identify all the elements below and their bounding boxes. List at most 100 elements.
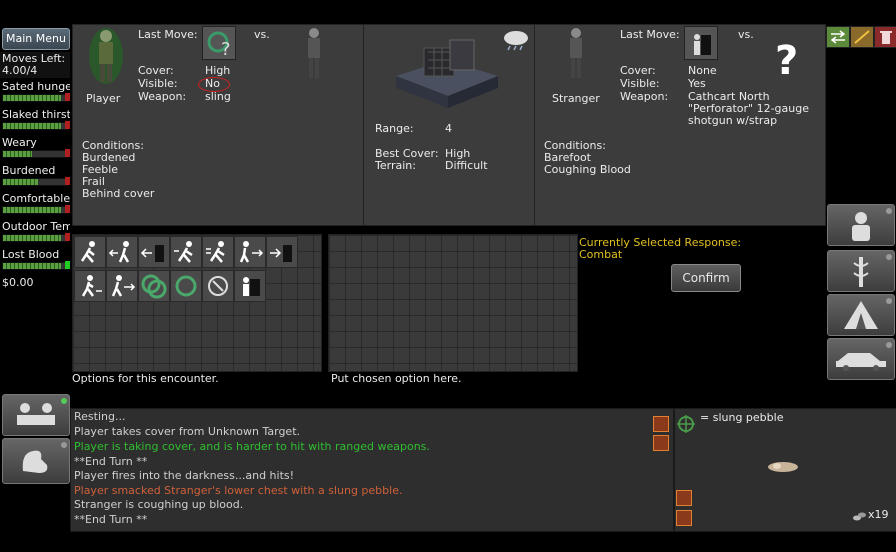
- stat-thirst: Slaked thirst: [0, 108, 70, 134]
- log-line: Player takes cover from Unknown Target.: [74, 425, 301, 438]
- terrain-tile-image: [396, 39, 498, 108]
- action-run-icon[interactable]: [74, 236, 106, 268]
- target-crosshair-icon: [677, 415, 695, 433]
- exchange-icon[interactable]: [826, 26, 850, 48]
- stranger-weapon-line: shotgun w/strap: [688, 114, 778, 127]
- stat-bar: [2, 261, 70, 270]
- log-filter-icon[interactable]: [653, 435, 669, 451]
- action-move-left-icon[interactable]: [106, 236, 138, 268]
- log-line: Resting...: [74, 410, 126, 423]
- stat-comfort: Comfortable: [0, 192, 70, 218]
- group-icon[interactable]: [2, 394, 70, 436]
- stranger-last-move-label: Last Move:: [620, 28, 680, 41]
- ammo-label: = slung pebble: [700, 411, 784, 424]
- stranger-cover-label: Cover:: [620, 64, 656, 77]
- stat-label: Weary: [2, 136, 37, 149]
- player-weapon-label: Weapon:: [138, 90, 187, 103]
- action-stand-behind-cover-icon[interactable]: [234, 270, 266, 302]
- trash-icon[interactable]: [874, 26, 896, 48]
- player-cover-value: High: [205, 64, 231, 77]
- stat-lost-blood: Lost Blood: [0, 248, 70, 274]
- main-menu-button[interactable]: Main Menu: [2, 28, 70, 50]
- slung-pebble-image: [768, 462, 798, 472]
- stranger-vs: vs.: [738, 28, 754, 41]
- stranger-name: Stranger: [552, 92, 600, 105]
- ammo-prev-icon[interactable]: [676, 490, 692, 506]
- player-target-portrait: [308, 28, 320, 78]
- pebbles-stack-icon: [853, 512, 866, 521]
- action-advance-icon[interactable]: [234, 236, 266, 268]
- player-name: Player: [86, 92, 121, 105]
- stat-label: Slaked thirst: [2, 108, 70, 121]
- stat-bar: [2, 121, 70, 130]
- medical-icon[interactable]: [827, 250, 895, 292]
- log-scroll-up-icon[interactable]: [653, 416, 669, 432]
- stat-bar: [2, 149, 70, 158]
- stranger-weapon-label: Weapon:: [620, 90, 669, 103]
- player-cover-label: Cover:: [138, 64, 174, 77]
- stranger-visible-label: Visible:: [620, 77, 660, 90]
- action-aim-icon[interactable]: [202, 270, 234, 302]
- log-line: **End Turn **: [74, 455, 148, 468]
- log-line: Player smacked Stranger's lower chest wi…: [74, 484, 403, 497]
- ammo-count: x19: [868, 508, 889, 521]
- strength-arm-icon[interactable]: [2, 438, 70, 484]
- stat-label: Comfortable: [2, 192, 70, 205]
- camp-tent-icon[interactable]: [827, 294, 895, 336]
- moves-left-value: 4.00/4: [2, 64, 38, 77]
- character-icon[interactable]: [827, 204, 895, 246]
- terrain-value: Difficult: [445, 159, 488, 172]
- action-flee-icon[interactable]: [106, 270, 138, 302]
- action-sling-icon[interactable]: [170, 270, 202, 302]
- stat-weary: Weary: [0, 136, 70, 162]
- options-caption: Options for this encounter.: [72, 372, 219, 385]
- weather-rain-icon: [504, 31, 528, 51]
- svg-text:?: ?: [221, 39, 231, 59]
- player-vs: vs.: [254, 28, 270, 41]
- action-take-cover-icon[interactable]: [138, 236, 170, 268]
- stat-outdoor-temp: Outdoor Tem: [0, 220, 70, 246]
- range-label: Range:: [375, 122, 414, 135]
- stat-hunger: Sated hunge: [0, 80, 70, 106]
- player-condition: Behind cover: [82, 187, 155, 200]
- chosen-option-slot[interactable]: [328, 234, 578, 372]
- response-value: Combat: [579, 248, 623, 261]
- stat-bar: [2, 177, 70, 186]
- stat-label: Sated hunge: [2, 80, 70, 93]
- player-portrait: [89, 28, 123, 84]
- svg-text:?: ?: [775, 38, 798, 80]
- stranger-portrait: [570, 28, 582, 78]
- stat-bar: [2, 93, 70, 102]
- stat-label: Lost Blood: [2, 248, 60, 261]
- ammo-next-icon[interactable]: [676, 510, 692, 526]
- terrain-label: Terrain:: [375, 159, 416, 172]
- skills-icon[interactable]: [850, 26, 874, 48]
- action-charge-icon[interactable]: [202, 236, 234, 268]
- stat-label: Outdoor Tem: [2, 220, 70, 233]
- top-right-toolbar: [826, 26, 896, 48]
- range-value: 4: [445, 122, 452, 135]
- log-line: Player is taking cover, and is harder to…: [74, 440, 430, 453]
- unknown-target-question-icon: ?: [775, 38, 798, 80]
- log-line: **End Turn **: [74, 513, 148, 526]
- stat-bar: [2, 233, 70, 242]
- stat-label: Burdened: [2, 164, 56, 177]
- player-weapon-value: sling: [205, 90, 231, 103]
- vehicle-icon[interactable]: [827, 338, 895, 380]
- stat-burdened: Burdened: [0, 164, 70, 190]
- confirm-button[interactable]: Confirm: [671, 264, 741, 292]
- stat-bar: [2, 205, 70, 214]
- action-hide-icon[interactable]: [266, 236, 298, 268]
- action-sprint-icon[interactable]: [170, 236, 202, 268]
- stranger-last-move-icon: [684, 26, 718, 60]
- chosen-caption: Put chosen option here.: [331, 372, 462, 385]
- player-last-move-label: Last Move:: [138, 28, 198, 41]
- action-sling-double-icon[interactable]: [138, 270, 170, 302]
- money: $0.00: [2, 276, 34, 289]
- action-walk-icon[interactable]: [74, 270, 106, 302]
- log-line: Stranger is coughing up blood.: [74, 498, 244, 511]
- moves-left-box: Moves Left: 4.00/4: [0, 52, 70, 78]
- log-line: Player fires into the darkness...and hit…: [74, 469, 295, 482]
- stranger-condition: Coughing Blood: [544, 163, 631, 176]
- stranger-cover-value: None: [688, 64, 717, 77]
